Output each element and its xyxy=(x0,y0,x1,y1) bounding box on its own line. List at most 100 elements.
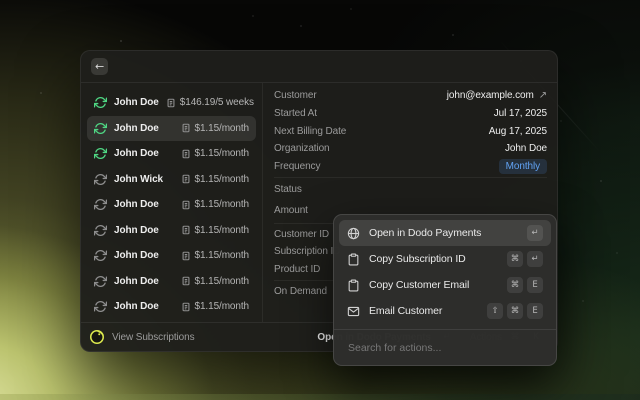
detail-value: Monthly xyxy=(498,159,547,175)
action-search-input[interactable] xyxy=(346,341,544,355)
recurring-icon xyxy=(94,147,107,160)
detail-value: Jul 17, 2025 xyxy=(494,108,547,119)
receipt-icon xyxy=(181,200,191,210)
customer-name: John Wick xyxy=(114,173,164,185)
action-menu-item[interactable]: Copy Subscription ID ⌘ ↵ xyxy=(339,246,551,272)
window-body: John Doe $146.19/5 weeks John Doe $1.15/… xyxy=(81,83,557,366)
detail-label: On Demand xyxy=(274,285,328,297)
action-label: Open in Dodo Payments xyxy=(369,227,482,239)
detail-value: John Doe xyxy=(505,143,547,154)
price-badge: $1.15/month xyxy=(181,148,249,159)
action-menu-item[interactable]: Open in Dodo Payments ↵ xyxy=(339,220,551,246)
subscription-list-item[interactable]: John Doe $1.15/month xyxy=(87,141,256,167)
wallpaper-bottom-band xyxy=(0,394,640,400)
subscription-list-item[interactable]: John Doe $1.15/month xyxy=(87,115,256,141)
recurring-icon xyxy=(94,173,107,186)
shortcut-keys: ⌘ ↵ xyxy=(507,251,543,267)
recurring-icon xyxy=(94,275,107,288)
subscription-list-item[interactable]: John Doe $1.15/month xyxy=(87,294,256,320)
detail-label: Started At xyxy=(274,108,317,120)
receipt-icon xyxy=(166,98,176,108)
detail-label: Amount xyxy=(274,205,308,217)
detail-value-text: Jul 17, 2025 xyxy=(493,108,547,120)
customer-name: John Doe xyxy=(114,199,159,211)
price-badge: $1.15/month xyxy=(181,250,250,262)
receipt-icon xyxy=(181,149,191,159)
customer-name: John Doe xyxy=(114,275,159,287)
recurring-icon xyxy=(94,122,107,135)
detail-value-text: john@example.com xyxy=(446,90,534,102)
shortcut-keys: ⌘ E xyxy=(507,277,543,293)
shortcut-key: ↵ xyxy=(527,251,543,267)
back-button[interactable]: ← xyxy=(91,58,108,75)
shortcut-keys: ⇧ ⌘ E xyxy=(487,303,543,319)
wallpaper-noise xyxy=(0,0,2,2)
customer-name: John Doe xyxy=(114,148,159,160)
details-group: Customer john@example.com ↗ Started At Ju… xyxy=(274,87,547,175)
recurring-icon xyxy=(94,249,107,262)
recurring-icon xyxy=(94,96,107,109)
price-text: $1.15/month xyxy=(194,199,250,211)
command-label: View Subscriptions xyxy=(112,331,195,343)
receipt-icon xyxy=(181,302,191,312)
detail-value-text: Aug 17, 2025 xyxy=(488,125,547,137)
customer-name: John Doe xyxy=(114,250,159,262)
price-badge: $1.15/month xyxy=(181,225,249,236)
action-label: Copy Subscription ID xyxy=(369,253,466,265)
detail-value: john@example.com ↗ xyxy=(447,90,547,101)
subscription-list-item[interactable]: John Doe $146.19/5 weeks xyxy=(87,90,256,116)
subscription-list-item[interactable]: John Doe $1.15/month xyxy=(87,192,256,218)
shortcut-key: ⌘ xyxy=(507,251,523,267)
external-link-icon[interactable]: ↗ xyxy=(539,90,547,101)
price-text: $1.15/month xyxy=(194,301,250,313)
detail-label: Organization xyxy=(274,143,330,155)
receipt-icon xyxy=(181,123,191,133)
subscription-list: John Doe $146.19/5 weeks John Doe $1.15/… xyxy=(81,83,263,322)
frequency-badge: Monthly xyxy=(498,159,547,175)
customer-name: John Doe xyxy=(114,301,159,313)
details-divider xyxy=(274,176,547,178)
price-text: $1.15/month xyxy=(194,122,250,134)
action-menu-item[interactable]: Email Customer ⇧ ⌘ E xyxy=(339,298,551,324)
recurring-icon xyxy=(94,300,107,313)
actions-menu: Open in Dodo Payments ↵ Copy Subscriptio… xyxy=(333,214,557,366)
detail-row: Status xyxy=(274,179,547,200)
customer-name: John Doe xyxy=(114,122,159,134)
action-label: Email Customer xyxy=(369,305,443,317)
subscription-list-item[interactable]: John Wick $1.15/month xyxy=(87,167,256,193)
dodo-payments-logo-icon xyxy=(90,330,104,344)
shortcut-key: ⇧ xyxy=(487,303,503,319)
clipboard-icon xyxy=(347,279,360,292)
detail-label: Frequency xyxy=(274,161,321,173)
shortcut-key: ↵ xyxy=(527,225,543,241)
detail-value: Aug 17, 2025 xyxy=(489,126,547,137)
subscription-list-item[interactable]: John Doe $1.15/month xyxy=(87,269,256,295)
price-badge: $1.15/month xyxy=(181,276,249,287)
price-text: $146.19/5 weeks xyxy=(179,97,254,109)
detail-row: Started At Jul 17, 2025 xyxy=(274,105,547,123)
shortcut-key: E xyxy=(527,303,543,319)
shortcut-key: E xyxy=(527,277,543,293)
detail-label: Customer ID xyxy=(274,228,330,240)
action-search-row xyxy=(334,329,556,365)
detail-value-text: John Doe xyxy=(504,143,547,155)
price-badge: $146.19/5 weeks xyxy=(166,97,254,108)
action-menu-items: Open in Dodo Payments ↵ Copy Subscriptio… xyxy=(334,215,556,329)
price-badge: $1.15/month xyxy=(181,174,249,185)
detail-label: Product ID xyxy=(274,264,321,276)
action-menu-item[interactable]: Copy Customer Email ⌘ E xyxy=(339,272,551,298)
detail-row: Next Billing Date Aug 17, 2025 xyxy=(274,122,547,140)
envelope-icon xyxy=(347,305,360,318)
clipboard-icon xyxy=(347,253,360,266)
detail-label: Customer xyxy=(274,90,317,102)
customer-name: John Doe xyxy=(114,97,159,109)
detail-label: Status xyxy=(274,184,302,196)
subscription-list-item[interactable]: John Doe $1.15/month xyxy=(87,243,256,269)
price-badge: $1.15/month xyxy=(181,199,250,211)
detail-row: Organization John Doe xyxy=(274,140,547,158)
recurring-icon xyxy=(94,224,107,237)
subscription-list-item[interactable]: John Doe $1.15/month xyxy=(87,218,256,244)
detail-row: Frequency Monthly xyxy=(274,158,547,176)
price-text: $1.15/month xyxy=(194,250,250,262)
window-header: ← xyxy=(81,51,557,83)
